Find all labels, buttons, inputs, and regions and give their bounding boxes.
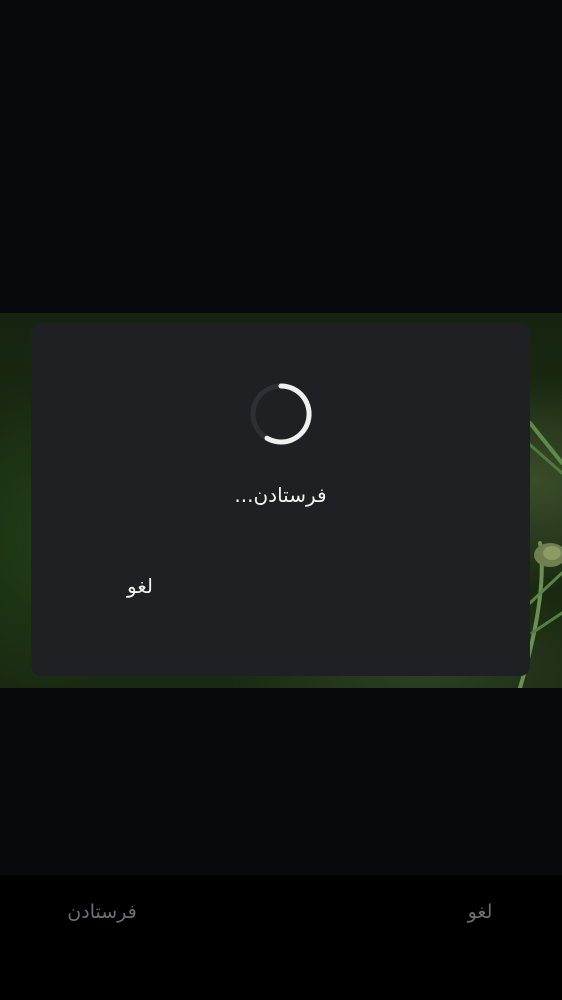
dialog-cancel-button[interactable]: لغو bbox=[117, 568, 163, 604]
progress-dialog: فرستادن... لغو bbox=[31, 323, 530, 676]
loading-spinner-icon bbox=[250, 383, 312, 445]
dialog-message: فرستادن... bbox=[234, 483, 327, 507]
cancel-button[interactable]: لغو bbox=[461, 896, 499, 928]
send-button[interactable]: فرستادن bbox=[60, 896, 144, 928]
screen: فرستادن... لغو فرستادن لغو bbox=[0, 0, 562, 1000]
bottom-bar: فرستادن لغو bbox=[0, 875, 562, 1000]
